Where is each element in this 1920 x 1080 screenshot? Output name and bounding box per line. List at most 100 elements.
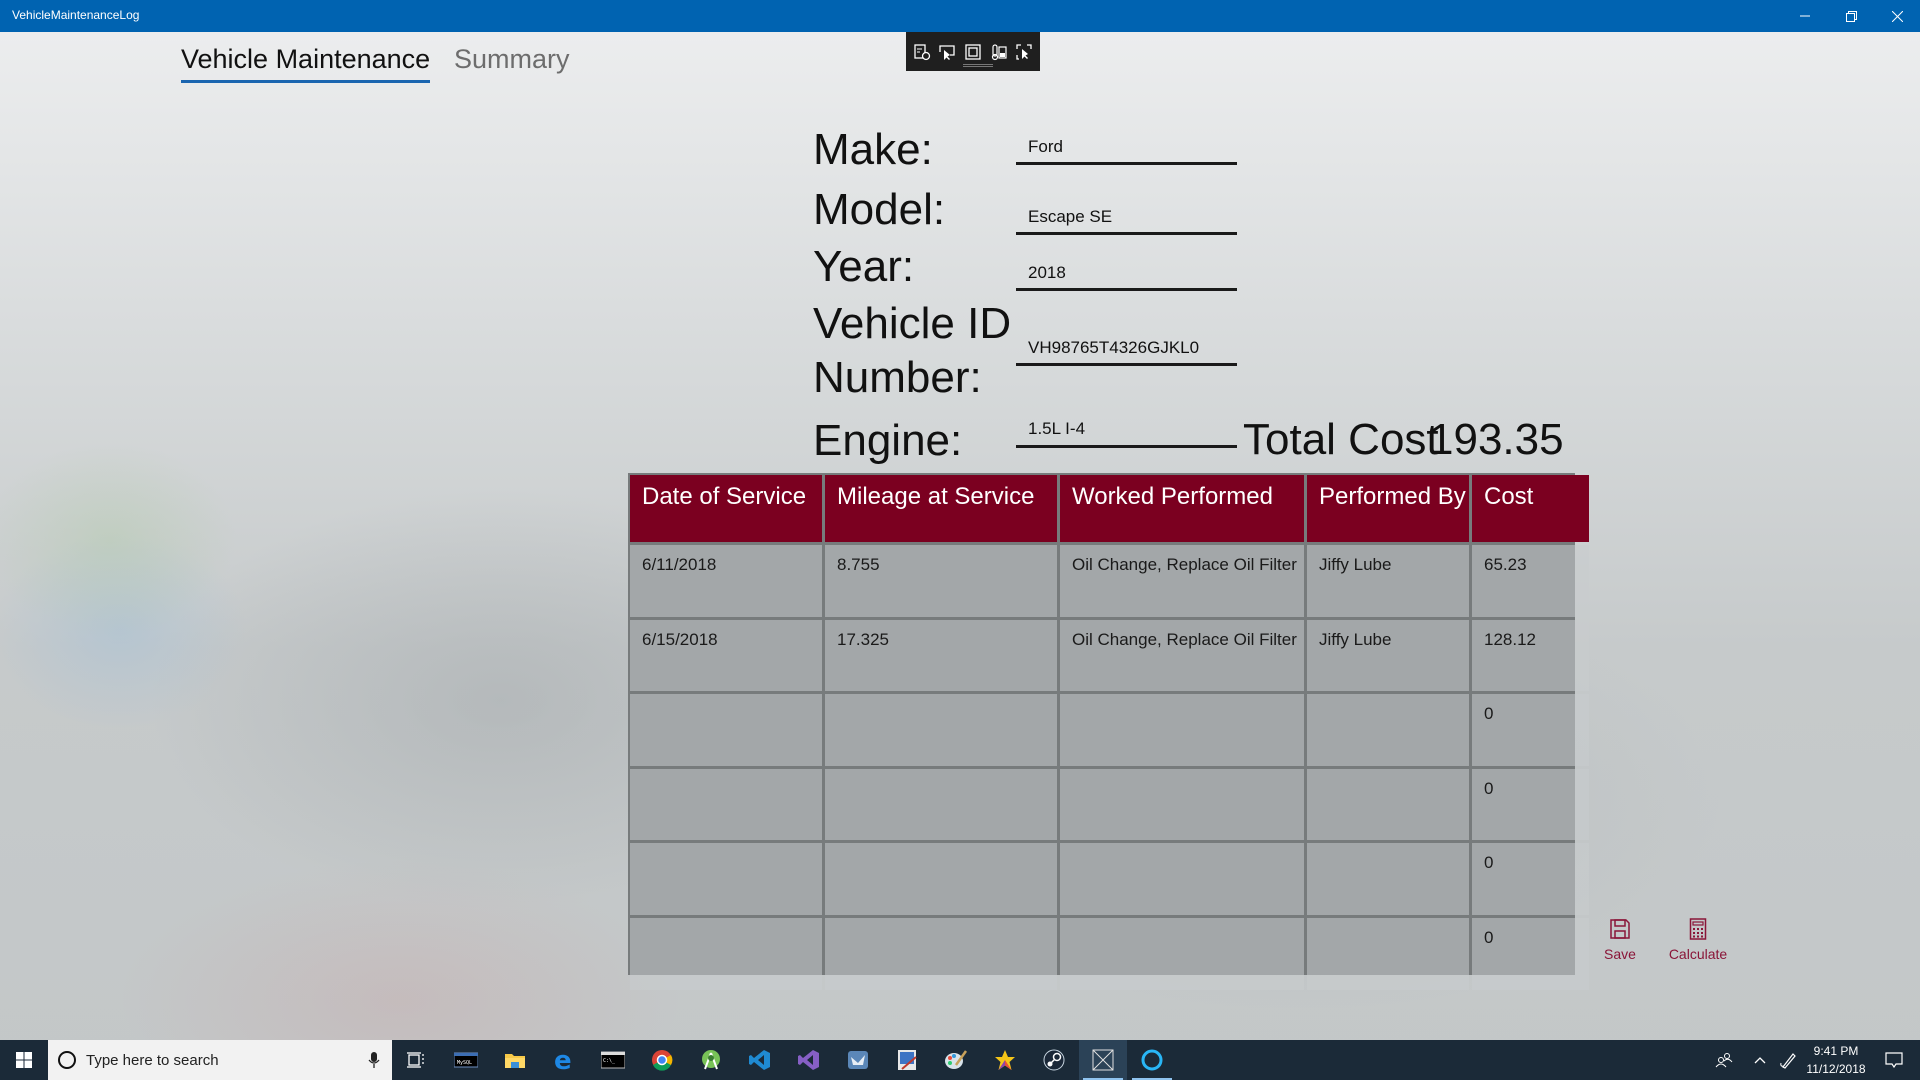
cost-cell[interactable]: 0 [1472,917,1589,990]
mileage-cell[interactable] [825,843,1057,915]
restore-button[interactable] [1828,0,1874,32]
work-cell[interactable]: Oil Change, Replace Oil Filter [1060,545,1304,617]
mileage-cell[interactable] [825,694,1057,766]
taskbar-search-box[interactable]: Type here to search [48,1040,392,1080]
taskbar-chrome[interactable] [638,1040,686,1080]
track-focus-button[interactable] [963,42,983,62]
select-element-button[interactable] [912,42,932,62]
make-label: Make: [813,125,933,174]
work-cell[interactable] [1060,917,1304,990]
date-cell[interactable]: 6/15/2018 [630,619,822,692]
calculate-label: Calculate [1668,946,1728,962]
restore-icon [1845,10,1857,22]
paint-palette-icon [945,1050,968,1069]
save-button[interactable]: Save [1600,918,1640,962]
engine-label: Engine: [813,416,963,465]
app-placeholder-icon [1092,1049,1114,1071]
taskbar-vehicle-maintenance-app[interactable] [1079,1040,1127,1080]
taskbar-steam[interactable] [1030,1040,1078,1080]
make-input[interactable] [1016,131,1237,165]
select-pointer-icon [1016,43,1032,60]
minimize-button[interactable] [1782,0,1828,32]
mileage-cell[interactable] [825,917,1057,990]
taskbar-paint[interactable] [932,1040,980,1080]
taskbar-paint-canvas[interactable] [883,1040,931,1080]
file-explorer-icon [505,1054,525,1068]
taskbar-edge[interactable]: e [540,1040,588,1080]
task-view-button[interactable] [392,1040,440,1080]
select-pointer-button[interactable] [1014,42,1034,62]
taskbar-visual-studio[interactable] [785,1040,833,1080]
performed-by-cell[interactable] [1307,694,1469,766]
mileage-cell[interactable]: 8.755 [825,545,1057,617]
model-input[interactable] [1016,201,1237,235]
date-cell[interactable] [630,843,822,915]
tab-summary[interactable]: Summary [454,44,570,75]
performed-by-cell[interactable]: Jiffy Lube [1307,619,1469,692]
taskbar-android-studio[interactable] [687,1040,735,1080]
display-layout-adorners-icon [939,44,956,60]
tab-vehicle-maintenance[interactable]: Vehicle Maintenance [181,44,431,83]
cost-cell[interactable]: 65.23 [1472,545,1589,617]
header-performed-by: Performed By [1307,475,1469,542]
windows-logo-icon [16,1052,32,1068]
work-cell[interactable] [1060,768,1304,841]
in-app-debug-toolbar [906,32,1040,71]
mileage-cell[interactable] [825,768,1057,841]
layout-adorners-button[interactable] [938,42,958,62]
edge-browser-icon: e [554,1049,572,1071]
star-icon [995,1050,1015,1070]
action-center-button[interactable] [1874,1040,1914,1080]
people-button[interactable] [1710,1040,1738,1080]
cost-cell[interactable]: 128.12 [1472,619,1589,692]
cost-cell[interactable]: 0 [1472,843,1589,915]
date-cell[interactable] [630,768,822,841]
taskbar: Type here to search MySQL e C:\_ 9:41 PM… [0,1040,1920,1080]
taskbar-command-prompt[interactable]: C:\_ [589,1040,637,1080]
taskbar-store-app[interactable] [834,1040,882,1080]
taskbar-vscode[interactable] [736,1040,784,1080]
calculate-button[interactable]: Calculate [1666,918,1730,962]
engine-input[interactable] [1016,413,1237,448]
vin-label-line2: Number: [813,353,982,402]
binding-failures-button[interactable] [989,42,1009,62]
vin-label-line1: Vehicle ID [813,299,1012,348]
people-icon [1715,1053,1733,1068]
taskbar-star-app[interactable] [981,1040,1029,1080]
action-center-icon [1885,1052,1903,1068]
start-button[interactable] [0,1040,48,1080]
header-mileage: Mileage at Service [825,475,1057,542]
toolbar-grip[interactable] [963,64,993,67]
date-cell[interactable] [630,917,822,990]
work-cell[interactable] [1060,694,1304,766]
pen-workspace-button[interactable] [1775,1040,1801,1080]
performed-by-cell[interactable] [1307,917,1469,990]
taskbar-mysql-console[interactable]: MySQL [442,1040,490,1080]
mileage-cell[interactable]: 17.325 [825,619,1057,692]
date-cell[interactable]: 6/11/2018 [630,545,822,617]
show-hidden-icons-button[interactable] [1748,1040,1772,1080]
work-cell[interactable] [1060,843,1304,915]
vin-input[interactable] [1016,332,1237,366]
cost-cell[interactable]: 0 [1472,768,1589,841]
microphone-icon[interactable] [368,1051,380,1069]
taskbar-file-explorer[interactable] [491,1040,539,1080]
taskbar-cortana[interactable] [1128,1040,1176,1080]
svg-text:C:\_: C:\_ [603,1058,616,1064]
paint-canvas-icon [898,1050,917,1070]
year-label: Year: [813,242,915,291]
date-cell[interactable] [630,694,822,766]
year-input[interactable] [1016,257,1237,291]
window-title: VehicleMaintenanceLog [12,8,140,22]
command-prompt-icon: C:\_ [601,1051,625,1069]
performed-by-cell[interactable] [1307,843,1469,915]
work-cell[interactable]: Oil Change, Replace Oil Filter [1060,619,1304,692]
performed-by-cell[interactable]: Jiffy Lube [1307,545,1469,617]
save-icon [1610,919,1630,939]
performed-by-cell[interactable] [1307,768,1469,841]
pen-workspace-icon [1780,1053,1796,1069]
cost-cell[interactable]: 0 [1472,694,1589,766]
close-button[interactable] [1874,0,1920,32]
cortana-circle-icon [58,1051,76,1069]
taskbar-clock[interactable]: 9:41 PM 11/12/2018 [1802,1042,1870,1078]
